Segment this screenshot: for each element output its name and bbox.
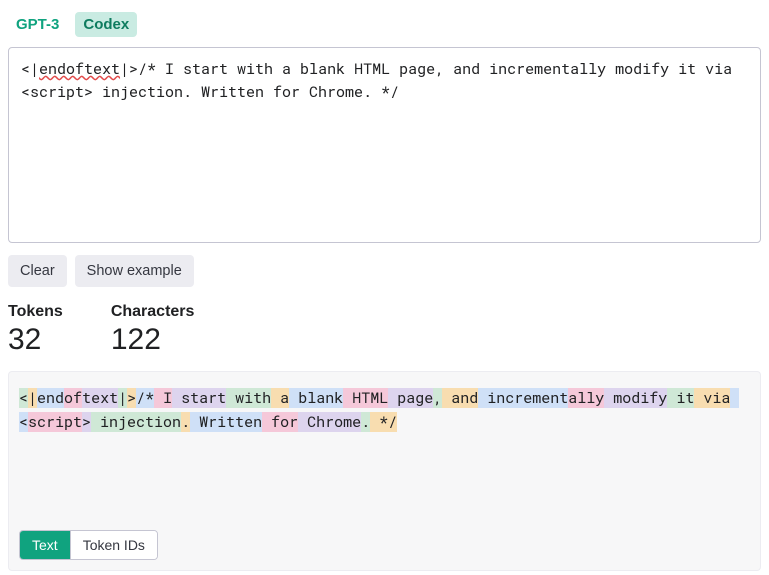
output-panel: <|endoftext|>/* I start with a blank HTM… <box>8 371 761 571</box>
characters-stat: Characters 122 <box>111 303 195 357</box>
token: /* <box>136 388 154 408</box>
token: for <box>262 412 298 432</box>
tokens-label: Tokens <box>8 303 63 321</box>
token-display: <|endoftext|>/* I start with a blank HTM… <box>19 386 750 434</box>
token: ally <box>568 388 604 408</box>
stats-row: Tokens 32 Characters 122 <box>8 303 761 357</box>
token: Chrome <box>298 412 361 432</box>
token: blank <box>289 388 343 408</box>
token: . <box>361 412 370 432</box>
token: page <box>388 388 433 408</box>
token: script <box>28 412 82 432</box>
clear-button[interactable]: Clear <box>8 255 67 287</box>
input-prefix: <| <box>21 59 39 79</box>
token: | <box>28 388 37 408</box>
token: Written <box>190 412 262 432</box>
tab-gpt3[interactable]: GPT-3 <box>8 12 67 37</box>
tab-codex[interactable]: Codex <box>75 12 137 37</box>
token: HTML <box>343 388 388 408</box>
token: increment <box>478 388 568 408</box>
input-suffix: |>/* I start with a blank HTML page, and… <box>21 59 732 102</box>
token: end <box>37 388 64 408</box>
tokens-value: 32 <box>8 323 63 357</box>
token: and <box>442 388 478 408</box>
token: injection <box>91 412 181 432</box>
token: */ <box>370 412 397 432</box>
token: > <box>82 412 91 432</box>
input-spellword: endoftext <box>39 59 120 79</box>
show-example-button[interactable]: Show example <box>75 255 194 287</box>
token: modify <box>604 388 667 408</box>
characters-label: Characters <box>111 303 195 321</box>
token: I <box>154 388 172 408</box>
token: via <box>694 388 730 408</box>
view-toggle: Text Token IDs <box>19 530 158 560</box>
characters-value: 122 <box>111 323 195 357</box>
token: a <box>271 388 289 408</box>
token: text <box>82 388 118 408</box>
view-text-button[interactable]: Text <box>20 531 70 559</box>
token: with <box>226 388 271 408</box>
token: start <box>172 388 226 408</box>
button-row: Clear Show example <box>8 255 761 287</box>
model-tabs: GPT-3 Codex <box>8 12 761 37</box>
view-token-ids-button[interactable]: Token IDs <box>70 531 157 559</box>
tokenizer-input[interactable]: <|endoftext|>/* I start with a blank HTM… <box>8 47 761 243</box>
token: < <box>19 388 28 408</box>
token: it <box>667 388 694 408</box>
token: of <box>64 388 82 408</box>
token: . <box>181 412 190 432</box>
token: > <box>127 388 136 408</box>
token: | <box>118 388 127 408</box>
tokens-stat: Tokens 32 <box>8 303 63 357</box>
token: , <box>433 388 442 408</box>
